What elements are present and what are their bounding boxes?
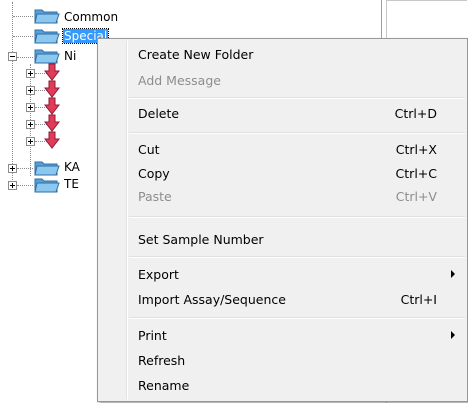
expand-toggle[interactable] [26, 86, 35, 95]
menu-item-label: Print [138, 328, 167, 343]
expand-toggle[interactable] [26, 69, 35, 78]
folder-icon [34, 161, 60, 176]
folder-icon [34, 49, 60, 64]
menu-separator [129, 317, 465, 319]
menu-item-label: Set Sample Number [138, 232, 264, 247]
menu-item-cut[interactable]: Cut Ctrl+X [100, 138, 465, 160]
menu-item-set-sample-number[interactable]: Set Sample Number [100, 228, 465, 250]
menu-item-create-new-folder[interactable]: Create New Folder [100, 43, 465, 65]
menu-item-label: Cut [138, 142, 160, 157]
expand-toggle[interactable] [8, 164, 17, 173]
folder-icon [34, 29, 60, 44]
menu-item-label: Import Assay/Sequence [138, 292, 286, 307]
menu-item-print[interactable]: Print [100, 324, 465, 346]
menu-item-shortcut: Ctrl+I [400, 292, 437, 307]
red-down-arrow-icon[interactable] [44, 131, 60, 149]
menu-separator [129, 132, 465, 134]
submenu-arrow-icon [451, 270, 455, 278]
expand-toggle[interactable] [26, 120, 35, 129]
menu-item-rename[interactable]: Rename [100, 374, 465, 396]
menu-item-label: Refresh [138, 353, 186, 368]
menu-item-shortcut: Ctrl+C [395, 166, 437, 181]
red-down-arrow-icon[interactable] [44, 97, 60, 115]
tree-line [12, 2, 13, 188]
menu-item-label: Export [138, 267, 179, 282]
menu-item-label: Rename [138, 378, 190, 393]
expand-toggle[interactable] [8, 181, 17, 190]
menu-item-delete[interactable]: Delete Ctrl+D [100, 102, 465, 124]
menu-item-refresh[interactable]: Refresh [100, 349, 465, 371]
menu-item-label: Add Message [138, 73, 221, 88]
menu-item-paste[interactable]: Paste Ctrl+V [100, 185, 465, 207]
context-menu: Create New Folder Add Message Delete Ctr… [97, 38, 468, 402]
tree-node-te[interactable]: TE [63, 177, 80, 191]
tree-line [13, 16, 33, 17]
menu-separator [129, 216, 465, 218]
menu-item-export[interactable]: Export [100, 263, 465, 285]
tree-line [17, 185, 33, 186]
menu-item-import-assay-sequence[interactable]: Import Assay/Sequence Ctrl+I [100, 288, 465, 310]
red-down-arrow-icon[interactable] [44, 80, 60, 98]
red-down-arrow-icon[interactable] [44, 63, 60, 81]
red-down-arrow-icon[interactable] [44, 114, 60, 132]
tree-node-ka[interactable]: KA [63, 160, 81, 174]
tree-line [13, 36, 33, 37]
menu-item-label: Create New Folder [138, 47, 254, 62]
folder-icon [34, 178, 60, 193]
expand-toggle[interactable] [26, 137, 35, 146]
menu-item-shortcut: Ctrl+V [395, 189, 437, 204]
menu-item-label: Paste [138, 189, 172, 204]
tree-line [17, 168, 33, 169]
menu-item-label: Delete [138, 106, 180, 121]
menu-item-label: Copy [138, 166, 170, 181]
menu-item-shortcut: Ctrl+X [395, 142, 437, 157]
tree-node-common[interactable]: Common [63, 10, 119, 24]
tree-node-ni[interactable]: Ni [63, 49, 77, 63]
folder-icon [34, 9, 60, 24]
collapse-toggle[interactable] [8, 52, 17, 61]
menu-item-add-message[interactable]: Add Message [100, 69, 465, 91]
tree-line [17, 57, 33, 58]
menu-separator [129, 256, 465, 258]
menu-item-copy[interactable]: Copy Ctrl+C [100, 162, 465, 184]
menu-separator [129, 97, 465, 99]
expand-toggle[interactable] [26, 103, 35, 112]
menu-item-shortcut: Ctrl+D [394, 106, 437, 121]
submenu-arrow-icon [451, 331, 455, 339]
